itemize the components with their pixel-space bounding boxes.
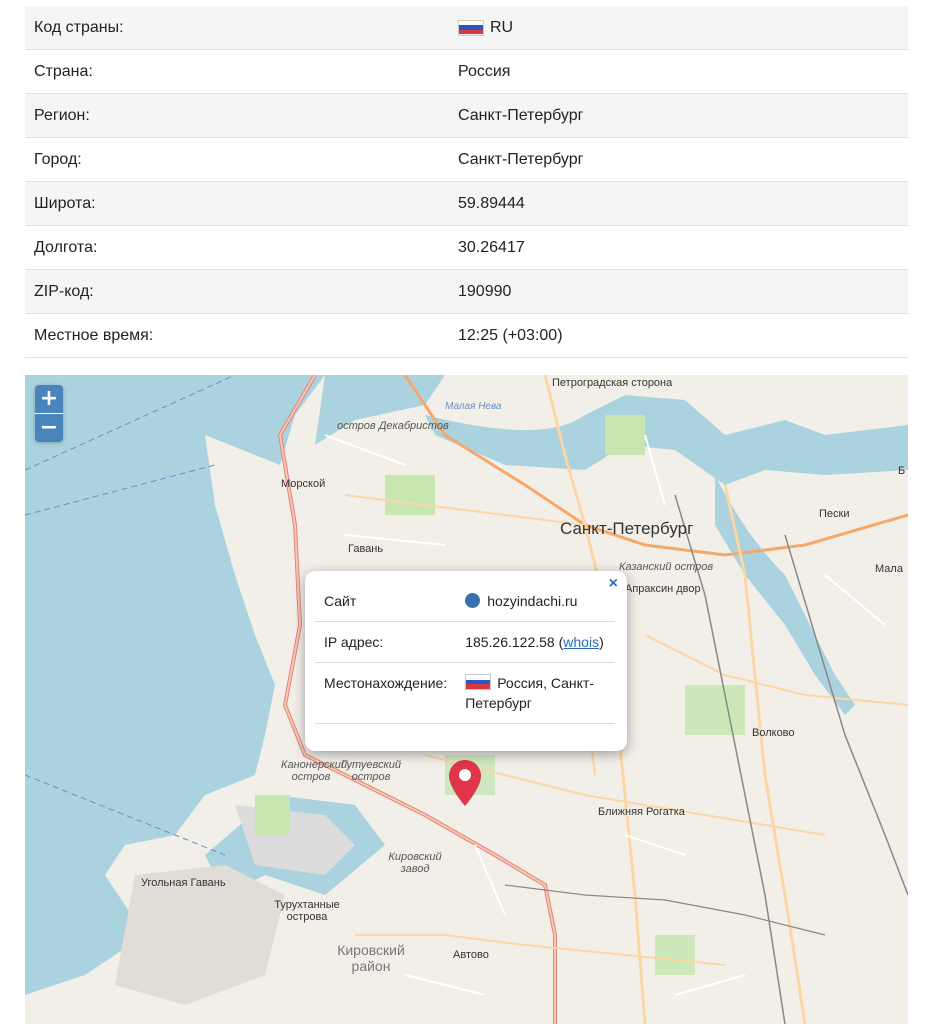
map-label-malaya-ohta: Мала bbox=[875, 563, 903, 575]
popup-row-ip: IP адрес: 185.26.122.58 (whois) bbox=[315, 621, 615, 663]
map-marker-icon[interactable] bbox=[447, 758, 483, 808]
map-label-spb: Санкт-Петербург bbox=[560, 519, 694, 538]
info-row-longitude: Долгота: 30.26417 bbox=[25, 226, 908, 270]
map-label-peski: Пески bbox=[819, 508, 850, 520]
map-label-kirovsky-rayon: Кировский район bbox=[337, 942, 405, 974]
popup-ip-value: 185.26.122.58 bbox=[465, 634, 555, 650]
info-row-local-time: Местное время: 12:25 (+03:00) bbox=[25, 314, 908, 358]
map-label-avtovo: Автово bbox=[453, 949, 489, 961]
zoom-in-button[interactable]: + bbox=[35, 385, 63, 413]
map-label-gutuevsky: Гутуевский остров bbox=[341, 759, 401, 783]
popup-label: Местонахождение: bbox=[315, 662, 457, 724]
zoom-out-button[interactable]: − bbox=[35, 413, 63, 442]
location-map[interactable]: Петроградская сторона Малая Нева остров … bbox=[25, 375, 908, 1024]
popup-row-location: Местонахождение: Россия, Санкт-Петербург bbox=[315, 662, 615, 724]
info-label: Город: bbox=[34, 150, 82, 168]
info-label: Долгота: bbox=[34, 238, 98, 256]
info-value: 59.89444 bbox=[458, 194, 525, 212]
map-label-kanonersky: Канонерский остров bbox=[281, 759, 347, 783]
russia-flag-icon bbox=[458, 19, 484, 36]
info-label: Код страны: bbox=[34, 18, 124, 36]
map-label-turukhtannye: Турухтанные острова bbox=[274, 899, 340, 923]
map-label-b-edge: Б bbox=[898, 465, 906, 477]
info-label: Регион: bbox=[34, 106, 90, 124]
info-value: Россия bbox=[458, 62, 511, 80]
info-label: ZIP-код: bbox=[34, 282, 94, 300]
info-value: 30.26417 bbox=[458, 238, 525, 256]
map-label-blizhnyaya: Ближняя Рогатка bbox=[598, 806, 685, 818]
info-label: Страна: bbox=[34, 62, 93, 80]
info-row-country: Страна: Россия bbox=[25, 50, 908, 94]
popup-table: Сайт hozyindachi.ru IP адрес: 185.26.122… bbox=[315, 581, 615, 724]
popup-row-site: Сайт hozyindachi.ru bbox=[315, 581, 615, 622]
map-label-kirovsky-zavod: Кировский завод bbox=[388, 851, 442, 875]
info-row-region: Регион: Санкт-Петербург bbox=[25, 94, 908, 138]
globe-icon bbox=[465, 593, 481, 608]
map-label-kazansky: Казанский остров bbox=[619, 561, 714, 573]
map-popup: × Сайт hozyindachi.ru IP адрес: 185.26.1… bbox=[305, 571, 627, 751]
info-value: Санкт-Петербург bbox=[458, 150, 584, 168]
map-label-ugolnaya: Угольная Гавань bbox=[141, 877, 226, 889]
info-value: Санкт-Петербург bbox=[458, 106, 584, 124]
map-label-dekabristov: остров Декабристов bbox=[337, 420, 449, 432]
map-label-gavan: Гавань bbox=[348, 543, 384, 555]
zoom-control: + − bbox=[35, 385, 63, 442]
info-row-zip: ZIP-код: 190990 bbox=[25, 270, 908, 314]
map-label-morskoy: Морской bbox=[281, 478, 326, 490]
info-value: 190990 bbox=[458, 282, 512, 300]
info-value: 12:25 (+03:00) bbox=[458, 326, 563, 344]
russia-flag-icon bbox=[465, 674, 492, 690]
info-row-city: Город: Санкт-Петербург bbox=[25, 138, 908, 182]
info-row-country-code: Код страны: RU bbox=[25, 6, 908, 50]
map-label-apraksin: Апраксин двор bbox=[625, 583, 701, 595]
map-label-volkovo: Волково bbox=[752, 727, 795, 739]
popup-label: Сайт bbox=[315, 581, 457, 622]
location-info-table: Код страны: RU Страна: Россия Регион: Са… bbox=[25, 6, 908, 358]
map-label-malaya-neva: Малая Нева bbox=[445, 401, 502, 412]
popup-label: IP адрес: bbox=[315, 621, 457, 663]
info-value: RU bbox=[490, 18, 514, 36]
info-label: Широта: bbox=[34, 194, 96, 212]
info-label: Местное время: bbox=[34, 326, 154, 344]
whois-link[interactable]: whois bbox=[563, 634, 599, 650]
popup-site-value: hozyindachi.ru bbox=[487, 593, 578, 609]
map-label-petrogradskaya: Петроградская сторона bbox=[552, 377, 673, 389]
info-row-latitude: Широта: 59.89444 bbox=[25, 182, 908, 226]
